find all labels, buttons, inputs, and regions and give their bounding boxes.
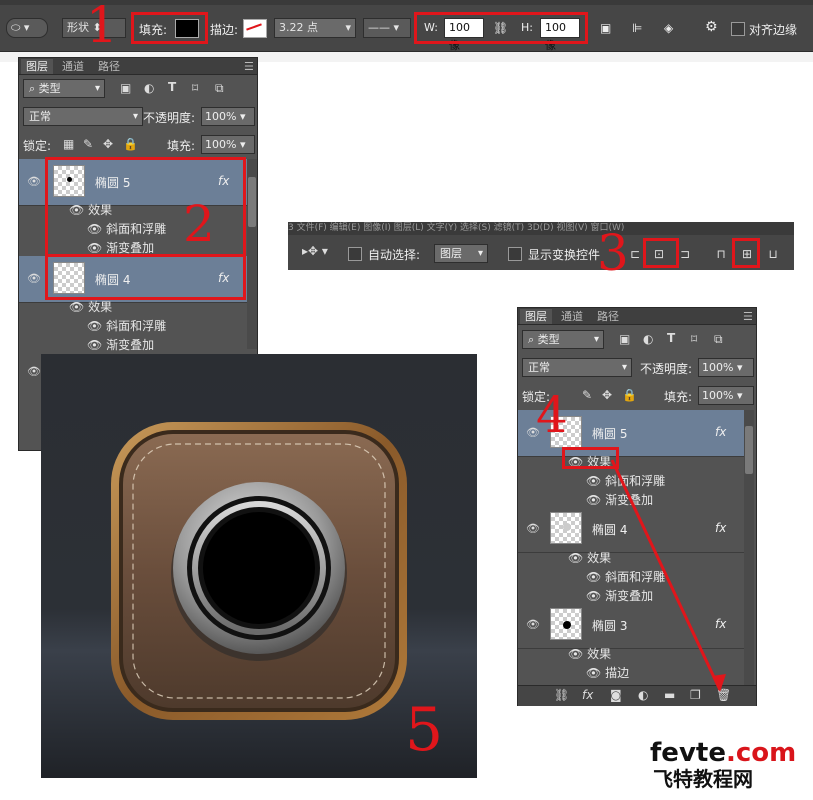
drag-arrow-line bbox=[610, 459, 722, 691]
step-number-4: 4 bbox=[536, 386, 568, 444]
drag-arrow bbox=[610, 459, 726, 692]
watermark-cn: 飞特教程网 bbox=[653, 767, 753, 791]
drag-arrow-head bbox=[712, 674, 726, 692]
